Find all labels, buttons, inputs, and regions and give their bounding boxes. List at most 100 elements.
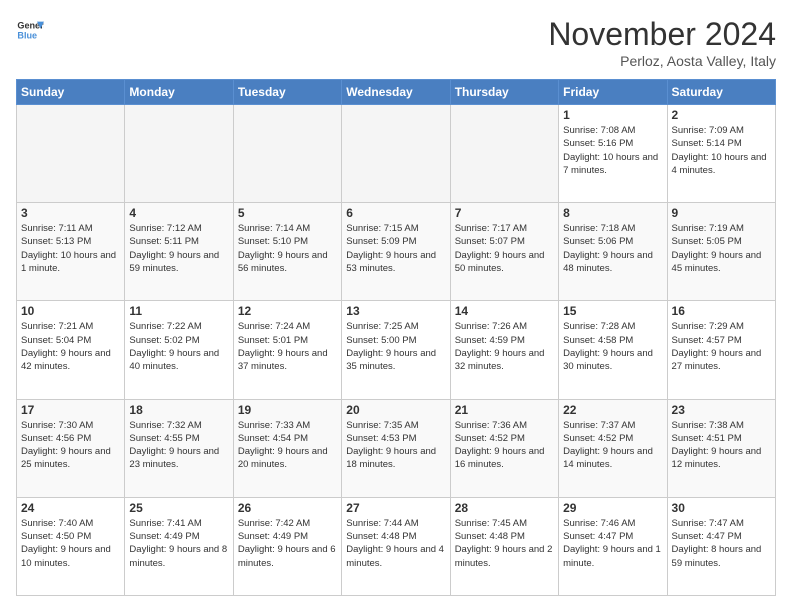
calendar-cell: 11Sunrise: 7:22 AM Sunset: 5:02 PM Dayli… xyxy=(125,301,233,399)
calendar-cell: 8 Sunrise: 7:18 AM Sunset: 5:06 PM Daylig… xyxy=(559,203,667,301)
day-number: 21 xyxy=(455,403,554,417)
calendar-cell xyxy=(342,105,450,203)
calendar-cell: 6Sunrise: 7:15 AM Sunset: 5:09 PM Daylig… xyxy=(342,203,450,301)
day-number: 10 xyxy=(21,304,120,318)
day-info: Sunrise: 7:33 AM Sunset: 4:54 PM Dayligh… xyxy=(238,419,337,472)
day-info: Sunrise: 7:12 AM Sunset: 5:11 PM Dayligh… xyxy=(129,222,228,275)
day-info: Sunrise: 7:21 AM Sunset: 5:04 PM Dayligh… xyxy=(21,320,120,373)
calendar-cell: 21 Sunrise: 7:36 AM Sunset: 4:52 PM Dayli… xyxy=(450,399,558,497)
calendar-cell: 26 Sunrise: 7:42 AM Sunset: 4:49 PM Dayli… xyxy=(233,497,341,595)
calendar-cell: 5 Sunrise: 7:14 AM Sunset: 5:10 PM Daylig… xyxy=(233,203,341,301)
day-number: 17 xyxy=(21,403,120,417)
day-info: Sunrise: 7:36 AM Sunset: 4:52 PM Dayligh… xyxy=(455,419,554,472)
calendar-week-row: 24 Sunrise: 7:40 AM Sunset: 4:50 PM Dayli… xyxy=(17,497,776,595)
day-number: 20 xyxy=(346,403,445,417)
day-number: 1 xyxy=(563,108,662,122)
calendar-cell: 1 Sunrise: 7:08 AM Sunset: 5:16 PM Daylig… xyxy=(559,105,667,203)
day-number: 2 xyxy=(672,108,771,122)
day-number: 29 xyxy=(563,501,662,515)
calendar-cell: 25 Sunrise: 7:41 AM Sunset: 4:49 PM Dayli… xyxy=(125,497,233,595)
calendar-cell: 23 Sunrise: 7:38 AM Sunset: 4:51 PM Dayli… xyxy=(667,399,775,497)
col-wednesday: Wednesday xyxy=(342,80,450,105)
day-number: 11 xyxy=(129,304,228,318)
col-friday: Friday xyxy=(559,80,667,105)
day-number: 19 xyxy=(238,403,337,417)
logo-icon: General Blue xyxy=(16,16,44,44)
day-number: 18 xyxy=(129,403,228,417)
day-number: 3 xyxy=(21,206,120,220)
day-info: Sunrise: 7:45 AM Sunset: 4:48 PM Dayligh… xyxy=(455,517,554,570)
calendar-cell: 7 Sunrise: 7:17 AM Sunset: 5:07 PM Daylig… xyxy=(450,203,558,301)
calendar-cell: 20 Sunrise: 7:35 AM Sunset: 4:53 PM Dayli… xyxy=(342,399,450,497)
day-info: Sunrise: 7:44 AM Sunset: 4:48 PM Dayligh… xyxy=(346,517,445,570)
calendar-week-row: 3 Sunrise: 7:11 AM Sunset: 5:13 PM Daylig… xyxy=(17,203,776,301)
calendar-cell: 14Sunrise: 7:26 AM Sunset: 4:59 PM Dayli… xyxy=(450,301,558,399)
day-number: 27 xyxy=(346,501,445,515)
col-saturday: Saturday xyxy=(667,80,775,105)
day-number: 30 xyxy=(672,501,771,515)
day-number: 5 xyxy=(238,206,337,220)
calendar-cell: 3 Sunrise: 7:11 AM Sunset: 5:13 PM Daylig… xyxy=(17,203,125,301)
col-monday: Monday xyxy=(125,80,233,105)
day-info: Sunrise: 7:29 AM Sunset: 4:57 PM Dayligh… xyxy=(672,320,771,373)
calendar-cell: 12 Sunrise: 7:24 AM Sunset: 5:01 PM Dayli… xyxy=(233,301,341,399)
day-info: Sunrise: 7:11 AM Sunset: 5:13 PM Dayligh… xyxy=(21,222,120,275)
calendar-cell: 22Sunrise: 7:37 AM Sunset: 4:52 PM Dayli… xyxy=(559,399,667,497)
calendar-cell: 15 Sunrise: 7:28 AM Sunset: 4:58 PM Dayli… xyxy=(559,301,667,399)
calendar-cell: 18Sunrise: 7:32 AM Sunset: 4:55 PM Dayli… xyxy=(125,399,233,497)
day-number: 28 xyxy=(455,501,554,515)
day-info: Sunrise: 7:19 AM Sunset: 5:05 PM Dayligh… xyxy=(672,222,771,275)
logo: General Blue xyxy=(16,16,44,44)
calendar-cell xyxy=(17,105,125,203)
day-info: Sunrise: 7:14 AM Sunset: 5:10 PM Dayligh… xyxy=(238,222,337,275)
calendar-cell: 24 Sunrise: 7:40 AM Sunset: 4:50 PM Dayli… xyxy=(17,497,125,595)
day-info: Sunrise: 7:38 AM Sunset: 4:51 PM Dayligh… xyxy=(672,419,771,472)
svg-text:Blue: Blue xyxy=(17,30,37,40)
day-info: Sunrise: 7:47 AM Sunset: 4:47 PM Dayligh… xyxy=(672,517,771,570)
day-number: 23 xyxy=(672,403,771,417)
day-number: 24 xyxy=(21,501,120,515)
day-number: 7 xyxy=(455,206,554,220)
day-info: Sunrise: 7:09 AM Sunset: 5:14 PM Dayligh… xyxy=(672,124,771,177)
calendar-cell: 10 Sunrise: 7:21 AM Sunset: 5:04 PM Dayli… xyxy=(17,301,125,399)
day-number: 15 xyxy=(563,304,662,318)
calendar-cell: 30 Sunrise: 7:47 AM Sunset: 4:47 PM Dayli… xyxy=(667,497,775,595)
day-info: Sunrise: 7:25 AM Sunset: 5:00 PM Dayligh… xyxy=(346,320,445,373)
calendar-cell: 4 Sunrise: 7:12 AM Sunset: 5:11 PM Daylig… xyxy=(125,203,233,301)
day-info: Sunrise: 7:17 AM Sunset: 5:07 PM Dayligh… xyxy=(455,222,554,275)
calendar-cell: 17Sunrise: 7:30 AM Sunset: 4:56 PM Dayli… xyxy=(17,399,125,497)
day-info: Sunrise: 7:15 AM Sunset: 5:09 PM Dayligh… xyxy=(346,222,445,275)
day-number: 22 xyxy=(563,403,662,417)
day-info: Sunrise: 7:24 AM Sunset: 5:01 PM Dayligh… xyxy=(238,320,337,373)
day-number: 26 xyxy=(238,501,337,515)
day-number: 16 xyxy=(672,304,771,318)
day-info: Sunrise: 7:18 AM Sunset: 5:06 PM Dayligh… xyxy=(563,222,662,275)
day-number: 4 xyxy=(129,206,228,220)
day-info: Sunrise: 7:40 AM Sunset: 4:50 PM Dayligh… xyxy=(21,517,120,570)
calendar-cell xyxy=(125,105,233,203)
day-number: 8 xyxy=(563,206,662,220)
col-thursday: Thursday xyxy=(450,80,558,105)
calendar-cell: 16 Sunrise: 7:29 AM Sunset: 4:57 PM Dayli… xyxy=(667,301,775,399)
day-info: Sunrise: 7:35 AM Sunset: 4:53 PM Dayligh… xyxy=(346,419,445,472)
day-info: Sunrise: 7:42 AM Sunset: 4:49 PM Dayligh… xyxy=(238,517,337,570)
calendar-cell: 28 Sunrise: 7:45 AM Sunset: 4:48 PM Dayli… xyxy=(450,497,558,595)
day-number: 9 xyxy=(672,206,771,220)
page: General Blue November 2024 Perloz, Aosta… xyxy=(0,0,792,612)
calendar-week-row: 10 Sunrise: 7:21 AM Sunset: 5:04 PM Dayli… xyxy=(17,301,776,399)
day-info: Sunrise: 7:28 AM Sunset: 4:58 PM Dayligh… xyxy=(563,320,662,373)
calendar-week-row: 17Sunrise: 7:30 AM Sunset: 4:56 PM Dayli… xyxy=(17,399,776,497)
calendar-cell: 2 Sunrise: 7:09 AM Sunset: 5:14 PM Daylig… xyxy=(667,105,775,203)
col-sunday: Sunday xyxy=(17,80,125,105)
calendar-week-row: 1 Sunrise: 7:08 AM Sunset: 5:16 PM Daylig… xyxy=(17,105,776,203)
calendar: Sunday Monday Tuesday Wednesday Thursday… xyxy=(16,79,776,596)
day-number: 25 xyxy=(129,501,228,515)
col-tuesday: Tuesday xyxy=(233,80,341,105)
location: Perloz, Aosta Valley, Italy xyxy=(548,53,776,69)
month-title: November 2024 xyxy=(548,16,776,53)
day-number: 12 xyxy=(238,304,337,318)
day-info: Sunrise: 7:08 AM Sunset: 5:16 PM Dayligh… xyxy=(563,124,662,177)
day-info: Sunrise: 7:41 AM Sunset: 4:49 PM Dayligh… xyxy=(129,517,228,570)
calendar-cell: 27 Sunrise: 7:44 AM Sunset: 4:48 PM Dayli… xyxy=(342,497,450,595)
day-info: Sunrise: 7:26 AM Sunset: 4:59 PM Dayligh… xyxy=(455,320,554,373)
